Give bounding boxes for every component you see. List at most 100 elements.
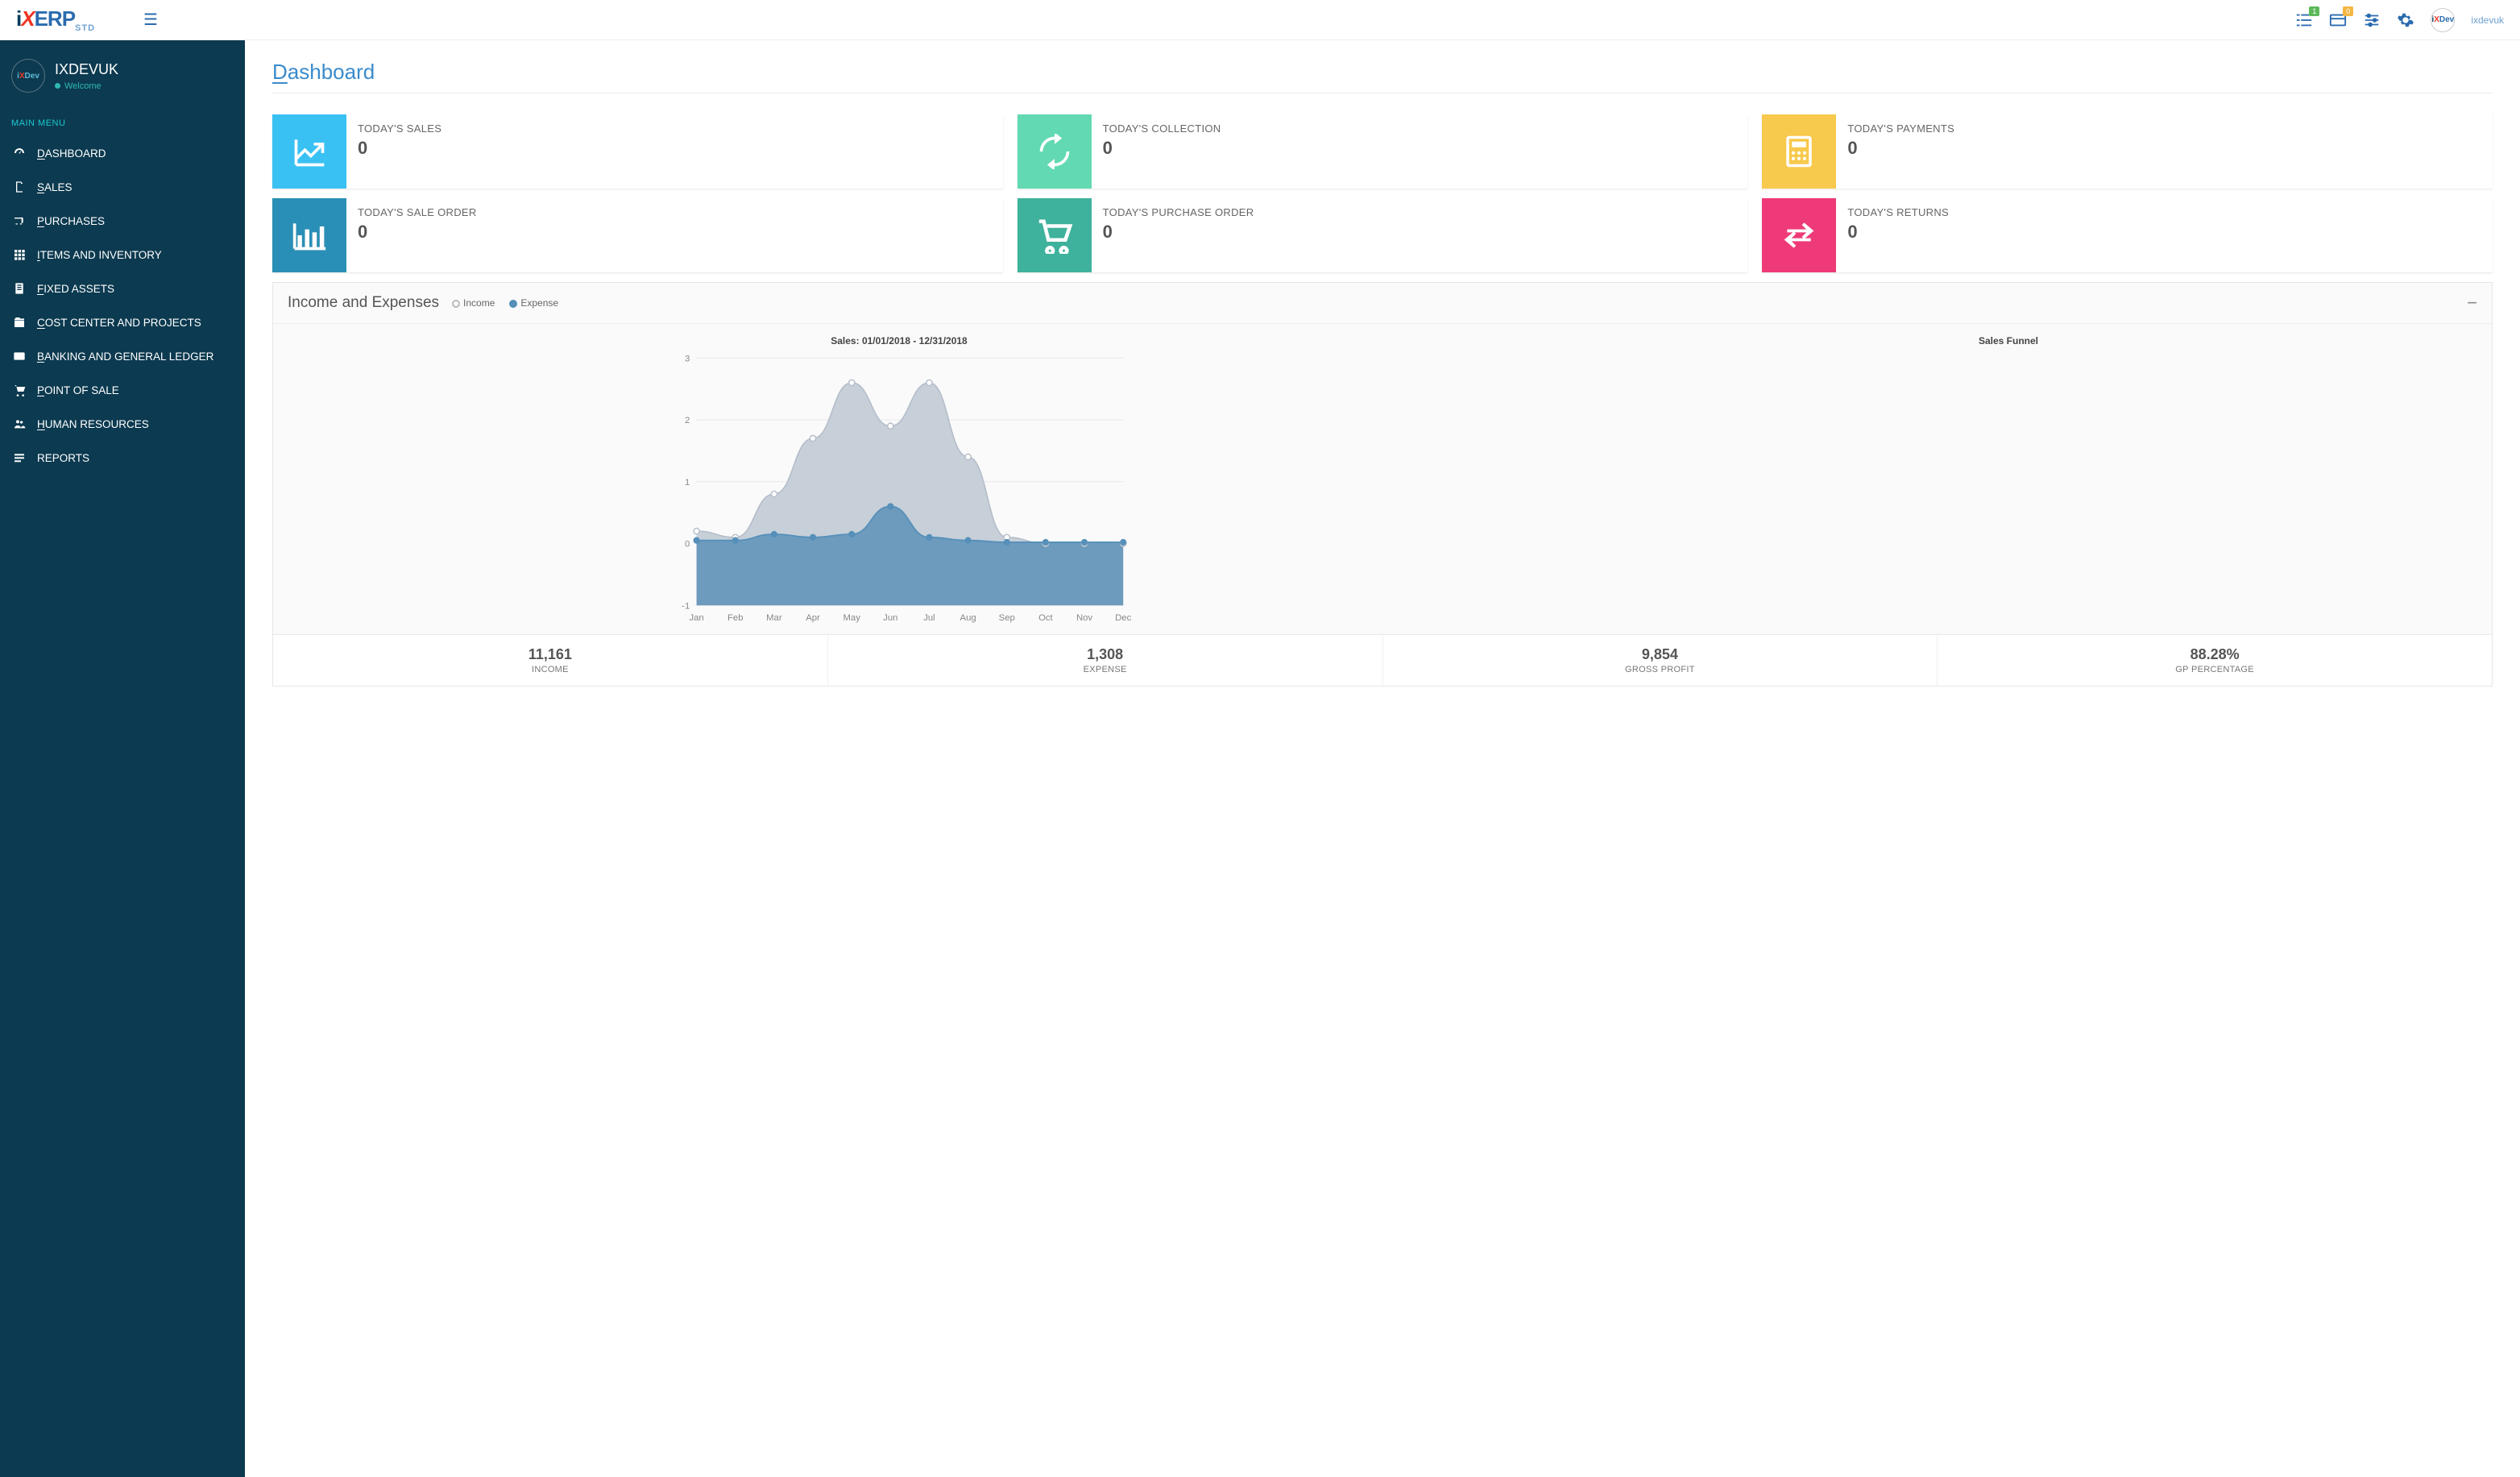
sidebar-item-items-and-inventory[interactable]: ITEMS AND INVENTORY xyxy=(0,238,245,272)
svg-text:Sep: Sep xyxy=(999,613,1015,623)
point-icon xyxy=(13,384,26,396)
sidebar-item-reports[interactable]: REPORTS xyxy=(0,441,245,475)
card-value: 0 xyxy=(1103,138,1221,159)
legend-income[interactable]: Income xyxy=(463,297,495,309)
sidebar-item-label: COST CENTER AND PROJECTS xyxy=(37,317,201,329)
fixed-icon xyxy=(13,282,26,295)
panel-header: Income and Expenses Income Expense − xyxy=(273,283,2492,324)
svg-text:Mar: Mar xyxy=(766,613,782,623)
card-icon[interactable]: 0 xyxy=(2329,11,2347,29)
company-name: IXDEVUK xyxy=(55,61,118,78)
sidebar-item-banking-and-general-ledger[interactable]: BANKING AND GENERAL LEDGER xyxy=(0,339,245,373)
stat-cards-row: TODAY'S SALE ORDER0TODAY'S PURCHASE ORDE… xyxy=(272,198,2493,272)
stat-card-today-s-returns[interactable]: TODAY'S RETURNS 0 xyxy=(1762,198,2493,272)
human-icon xyxy=(13,417,26,430)
stat-label: GROSS PROFIT xyxy=(1390,665,1931,674)
panel-collapse-icon[interactable]: − xyxy=(2467,299,2477,307)
sidebar-item-label: REPORTS xyxy=(37,452,89,464)
sidebar: iXDev IXDEVUK Welcome MAIN MENU DASHBOAR… xyxy=(0,40,245,1477)
stat-label: EXPENSE xyxy=(835,665,1376,674)
sidebar-item-sales[interactable]: SALES xyxy=(0,170,245,204)
svg-text:Jul: Jul xyxy=(923,613,935,623)
sidebar-item-purchases[interactable]: PURCHASES xyxy=(0,204,245,238)
svg-text:Apr: Apr xyxy=(806,613,820,623)
topbar: iXERPSTD ☰ 1 0 iXDev ixdevuk xyxy=(0,0,2520,40)
reports-icon xyxy=(13,451,26,464)
purchases-icon xyxy=(13,214,26,227)
company-avatar: iXDev xyxy=(11,59,45,93)
card-value: 0 xyxy=(358,222,477,243)
sidebar-item-label: FIXED ASSETS xyxy=(37,283,114,295)
sales-chart: -10123JanFebMarAprMayJunJulAugSepOctNovD… xyxy=(281,351,1517,628)
svg-text:3: 3 xyxy=(685,354,690,363)
welcome-label: Welcome xyxy=(55,81,118,91)
sidebar-item-label: PURCHASES xyxy=(37,215,105,227)
stat-label: INCOME xyxy=(280,665,821,674)
stat-card-today-s-payments[interactable]: TODAY'S PAYMENTS 0 xyxy=(1762,114,2493,189)
items-icon xyxy=(13,248,26,261)
panel-legend: Income Expense xyxy=(452,297,558,309)
sidebar-item-fixed-assets[interactable]: FIXED ASSETS xyxy=(0,272,245,305)
svg-text:2: 2 xyxy=(685,416,690,425)
stat-card-today-s-collection[interactable]: TODAY'S COLLECTION 0 xyxy=(1018,114,1748,189)
stat-card-today-s-sale-order[interactable]: TODAY'S SALE ORDER 0 xyxy=(272,198,1003,272)
sidebar-item-point-of-sale[interactable]: POINT OF SALE xyxy=(0,373,245,407)
sidebar-section-title: MAIN MENU xyxy=(0,107,245,136)
tasks-icon[interactable]: 1 xyxy=(2295,11,2313,29)
sidebar-item-human-resources[interactable]: HUMAN RESOURCES xyxy=(0,407,245,441)
stats-row: 11,161 INCOME 1,308EXPENSE9,854GROSS PROFI… xyxy=(273,634,2492,686)
stat-card-today-s-sales[interactable]: TODAY'S SALES 0 xyxy=(272,114,1003,189)
card-value: 0 xyxy=(1847,138,1954,159)
svg-text:0: 0 xyxy=(685,540,690,550)
svg-text:Dec: Dec xyxy=(1115,613,1131,623)
card-value: 0 xyxy=(1847,222,1949,243)
sidebar-item-cost-center-and-projects[interactable]: COST CENTER AND PROJECTS xyxy=(0,305,245,339)
dashboard-icon xyxy=(13,147,26,160)
stat-gross-profit: 9,854GROSS PROFIT xyxy=(1382,635,1938,686)
sidebar-item-label: BANKING AND GENERAL LEDGER xyxy=(37,351,213,363)
app-logo: iXERPSTD xyxy=(16,6,95,33)
cycle-icon xyxy=(1018,114,1092,189)
sidebar-item-label: HUMAN RESOURCES xyxy=(37,418,149,430)
stat-value: 88.28% xyxy=(1944,646,2485,663)
svg-text:Nov: Nov xyxy=(1076,613,1092,623)
sidebar-item-dashboard[interactable]: DASHBOARD xyxy=(0,136,245,170)
card-label: TODAY'S PAYMENTS xyxy=(1847,122,1954,135)
cost-icon xyxy=(13,316,26,329)
exchange-icon xyxy=(1762,198,1836,272)
card-label: TODAY'S COLLECTION xyxy=(1103,122,1221,135)
main-content: Dashboard TODAY'S SALES0TODAY'S COLLECTI… xyxy=(245,40,2520,1477)
tasks-badge: 1 xyxy=(2309,6,2319,16)
card-value: 0 xyxy=(358,138,441,159)
username-label[interactable]: ixdevuk xyxy=(2471,15,2504,26)
panel-title: Income and Expenses xyxy=(288,294,439,312)
gear-icon[interactable] xyxy=(2397,11,2414,29)
cart-icon xyxy=(1018,198,1092,272)
bars-icon xyxy=(272,198,346,272)
svg-text:Jun: Jun xyxy=(883,613,897,623)
card-label: TODAY'S SALE ORDER xyxy=(358,206,477,218)
svg-text:Oct: Oct xyxy=(1038,613,1053,623)
sidebar-item-label: POINT OF SALE xyxy=(37,384,119,396)
svg-text:1: 1 xyxy=(685,478,690,487)
chart-up-icon xyxy=(272,114,346,189)
menu-toggle-icon[interactable]: ☰ xyxy=(143,10,158,30)
calculator-icon xyxy=(1762,114,1836,189)
card-label: TODAY'S RETURNS xyxy=(1847,206,1949,218)
sales-icon xyxy=(13,180,26,193)
stat-card-today-s-purchase-order[interactable]: TODAY'S PURCHASE ORDER0 xyxy=(1018,198,1748,272)
stat-value: 11,161 xyxy=(280,646,821,663)
card-label: TODAY'S SALES xyxy=(358,122,441,135)
sidebar-item-label: ITEMS AND INVENTORY xyxy=(37,249,162,261)
banking-icon xyxy=(13,350,26,363)
chart-right-title: Sales Funnel xyxy=(1533,335,2484,346)
card-value: 0 xyxy=(1103,222,1254,243)
legend-expense[interactable]: Expense xyxy=(520,297,558,309)
svg-text:May: May xyxy=(843,613,860,623)
income-expenses-panel: Income and Expenses Income Expense − Sal… xyxy=(272,282,2493,687)
chart-left-title: Sales: 01/01/2018 - 12/31/2018 xyxy=(281,335,1517,346)
stat-expense: 1,308EXPENSE xyxy=(827,635,1382,686)
sliders-icon[interactable] xyxy=(2363,11,2381,29)
sidebar-item-label: DASHBOARD xyxy=(37,147,106,160)
user-avatar[interactable]: iXDev xyxy=(2431,8,2455,32)
